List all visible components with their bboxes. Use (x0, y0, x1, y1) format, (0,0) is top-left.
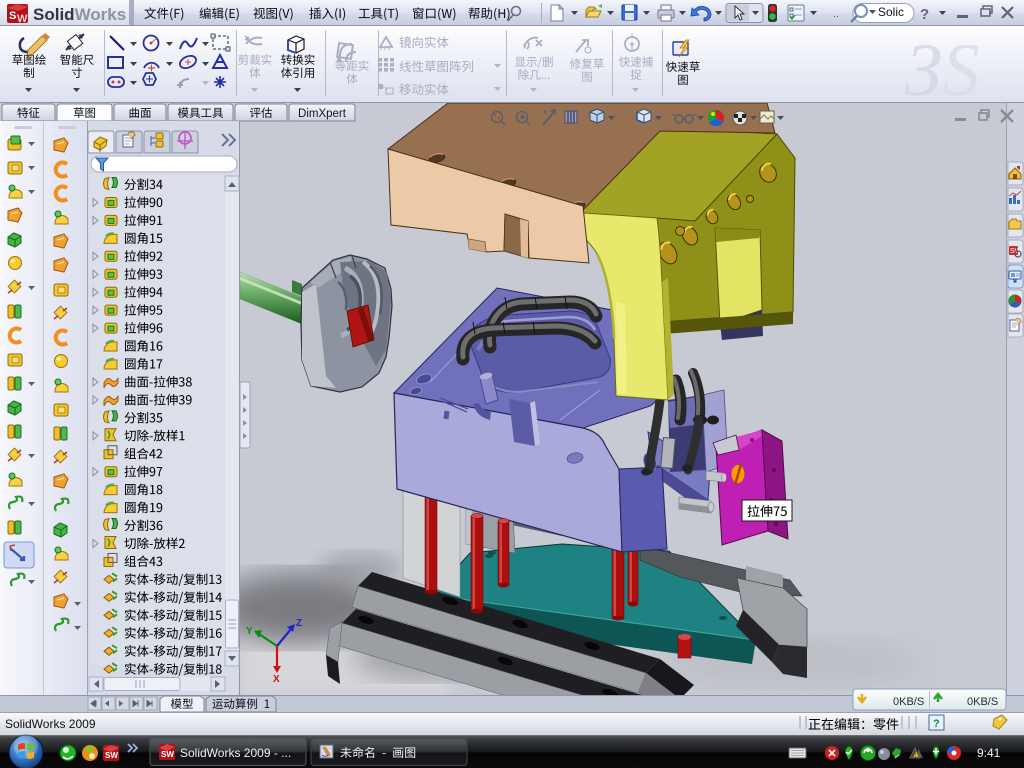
svg-text:..: .. (833, 8, 839, 20)
svg-text:9:41: 9:41 (977, 746, 1001, 760)
svg-text:?: ? (933, 718, 940, 730)
svg-text:Z: Z (296, 618, 302, 629)
svg-text:?: ? (920, 6, 929, 23)
svg-text:DimXpert: DimXpert (298, 108, 347, 120)
svg-text:W: W (17, 13, 28, 25)
svg-text:X: X (273, 674, 280, 685)
svg-text:!: ! (915, 753, 916, 759)
svg-text:Solic: Solic (878, 5, 904, 19)
svg-text:0KB/S: 0KB/S (967, 696, 998, 708)
svg-text:S: S (9, 10, 16, 22)
svg-text:ЗS: ЗS (905, 29, 980, 112)
svg-text:SW: SW (105, 751, 118, 760)
svg-text:Y: Y (246, 626, 253, 637)
svg-text:0KB/S: 0KB/S (893, 696, 924, 708)
svg-text:SolidWorks: SolidWorks (33, 5, 126, 24)
svg-text:SolidWorks 2009 - ...: SolidWorks 2009 - ... (180, 746, 291, 760)
svg-text:SolidWorks 2009: SolidWorks 2009 (5, 717, 96, 731)
svg-text:SW: SW (161, 750, 174, 759)
